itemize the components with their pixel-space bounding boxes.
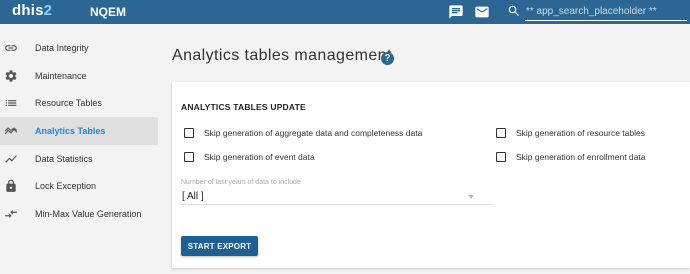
sidebar-item-min-max-value-generation[interactable]: Min-Max Value Generation	[0, 200, 158, 228]
sidebar-item-data-statistics[interactable]: Data Statistics	[0, 145, 158, 173]
sidebar-item-label: Resource Tables	[35, 98, 102, 109]
skip-aggregate-checkbox-row[interactable]: Skip generation of aggregate data and co…	[184, 128, 422, 138]
dropdown-arrow-icon[interactable]	[468, 195, 474, 199]
search-icon[interactable]	[507, 4, 521, 18]
checkbox-label: Skip generation of enrollment data	[516, 152, 646, 162]
sidebar-item-maintenance[interactable]: Maintenance	[0, 62, 158, 90]
list-icon	[4, 96, 18, 110]
trending-up-icon	[4, 152, 18, 166]
page-title: Analytics tables management	[172, 47, 392, 64]
sidebar-item-lock-exception[interactable]: Lock Exception	[0, 172, 158, 200]
skip-event-checkbox[interactable]	[184, 152, 194, 162]
skip-enrollment-checkbox-row[interactable]: Skip generation of enrollment data	[496, 152, 645, 162]
instance-name: NQEM	[90, 5, 126, 19]
link-icon	[4, 41, 18, 55]
sidebar: Data Integrity Maintenance Resource Tabl…	[0, 34, 158, 228]
skip-enrollment-checkbox[interactable]	[496, 152, 506, 162]
sidebar-item-label: Lock Exception	[35, 181, 97, 192]
sidebar-item-label: Analytics Tables	[35, 125, 106, 136]
app-search	[507, 3, 690, 21]
skip-resource-tables-checkbox-row[interactable]: Skip generation of resource tables	[496, 128, 645, 138]
skip-aggregate-checkbox[interactable]	[184, 128, 194, 138]
help-icon[interactable]: ?	[381, 52, 394, 65]
trending-icon	[4, 124, 18, 138]
compare-arrows-icon	[4, 207, 18, 221]
years-select-label: Number of last years of data to include	[181, 179, 301, 186]
sidebar-item-label: Min-Max Value Generation	[35, 208, 142, 219]
card-title: ANALYTICS TABLES UPDATE	[181, 102, 306, 112]
sidebar-item-label: Data Integrity	[35, 42, 89, 53]
sidebar-item-data-integrity[interactable]: Data Integrity	[0, 34, 158, 62]
skip-resource-tables-checkbox[interactable]	[496, 128, 506, 138]
chat-icon[interactable]	[448, 4, 464, 20]
checkbox-label: Skip generation of aggregate data and co…	[204, 128, 423, 138]
analytics-update-card: ANALYTICS TABLES UPDATE Skip generation …	[172, 82, 690, 268]
sidebar-item-resource-tables[interactable]: Resource Tables	[0, 89, 158, 117]
start-export-button[interactable]: START EXPORT	[181, 236, 258, 256]
years-select[interactable]: [ All ]	[181, 190, 494, 205]
dhis2-logo[interactable]: dhis2	[12, 2, 52, 19]
mail-icon[interactable]	[474, 4, 490, 20]
sidebar-item-label: Data Statistics	[35, 153, 93, 164]
skip-event-checkbox-row[interactable]: Skip generation of event data	[184, 152, 315, 162]
lock-icon	[4, 179, 18, 193]
top-bar: dhis2 NQEM	[0, 0, 690, 24]
years-select-value: [ All ]	[182, 191, 204, 202]
gear-icon	[4, 69, 18, 83]
sidebar-item-label: Maintenance	[35, 70, 87, 81]
checkbox-label: Skip generation of resource tables	[516, 128, 645, 138]
checkbox-label: Skip generation of event data	[204, 152, 315, 162]
sidebar-item-analytics-tables[interactable]: Analytics Tables	[0, 117, 158, 145]
search-input[interactable]	[525, 3, 687, 21]
